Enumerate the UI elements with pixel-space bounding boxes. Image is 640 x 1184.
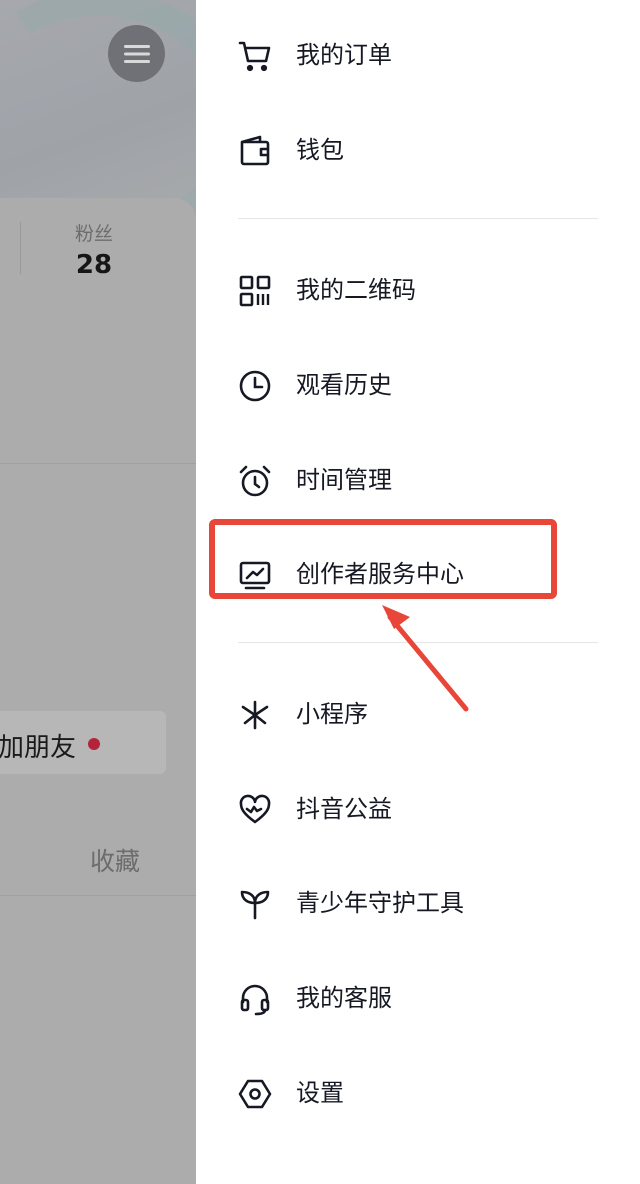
add-friends-label: 加朋友	[0, 733, 77, 763]
menu-divider	[238, 218, 598, 219]
profile-card	[0, 198, 196, 1184]
menu-item-time-management[interactable]: 时间管理	[196, 433, 640, 527]
menu-label: 我的订单	[296, 41, 392, 69]
screen: 粉丝 28 加朋友 收藏 我的订单 钱包 我的二维码 观看历史 时间管理 创作者…	[0, 0, 640, 1184]
menu-item-settings[interactable]: 设置	[196, 1046, 640, 1140]
menu-item-douyin-charity[interactable]: 抖音公益	[196, 762, 640, 856]
menu-label: 观看历史	[296, 371, 392, 399]
menu-label: 我的二维码	[296, 276, 416, 304]
alarm-clock-icon	[238, 464, 272, 498]
sprout-icon	[238, 887, 272, 921]
menu-label: 我的客服	[296, 984, 392, 1012]
qrcode-icon	[238, 274, 272, 308]
menu-label: 时间管理	[296, 466, 392, 494]
menu-item-orders[interactable]: 我的订单	[196, 8, 640, 102]
menu-item-watch-history[interactable]: 观看历史	[196, 338, 640, 432]
cart-icon	[238, 39, 272, 73]
menu-label: 抖音公益	[296, 795, 392, 823]
menu-label: 青少年守护工具	[296, 889, 464, 917]
wallet-icon	[238, 134, 272, 168]
menu-item-teen-guardian[interactable]: 青少年守护工具	[196, 856, 640, 950]
profile-page-background[interactable]: 粉丝 28 加朋友 收藏	[0, 0, 196, 1184]
section-divider	[0, 463, 196, 464]
menu-label: 设置	[296, 1079, 344, 1107]
fans-label: 粉丝	[74, 223, 114, 245]
notification-dot	[88, 738, 100, 750]
menu-item-customer-service[interactable]: 我的客服	[196, 951, 640, 1045]
headset-icon	[238, 982, 272, 1016]
hamburger-menu-button[interactable]	[108, 25, 165, 82]
menu-label: 小程序	[296, 700, 368, 728]
menu-label: 钱包	[296, 136, 344, 164]
stats-divider	[20, 222, 21, 274]
fans-count[interactable]: 28	[76, 250, 112, 280]
tab-favorites[interactable]: 收藏	[90, 842, 140, 878]
heart-charity-icon	[238, 793, 272, 827]
clock-icon	[238, 369, 272, 403]
mini-program-icon	[238, 698, 272, 732]
settings-hexagon-icon	[238, 1077, 272, 1111]
tabs-divider	[0, 895, 196, 896]
menu-item-wallet[interactable]: 钱包	[196, 103, 640, 197]
annotation-highlight-box	[209, 519, 557, 599]
menu-item-qrcode[interactable]: 我的二维码	[196, 243, 640, 337]
annotation-arrow-icon	[382, 605, 469, 712]
hamburger-icon	[123, 44, 150, 63]
